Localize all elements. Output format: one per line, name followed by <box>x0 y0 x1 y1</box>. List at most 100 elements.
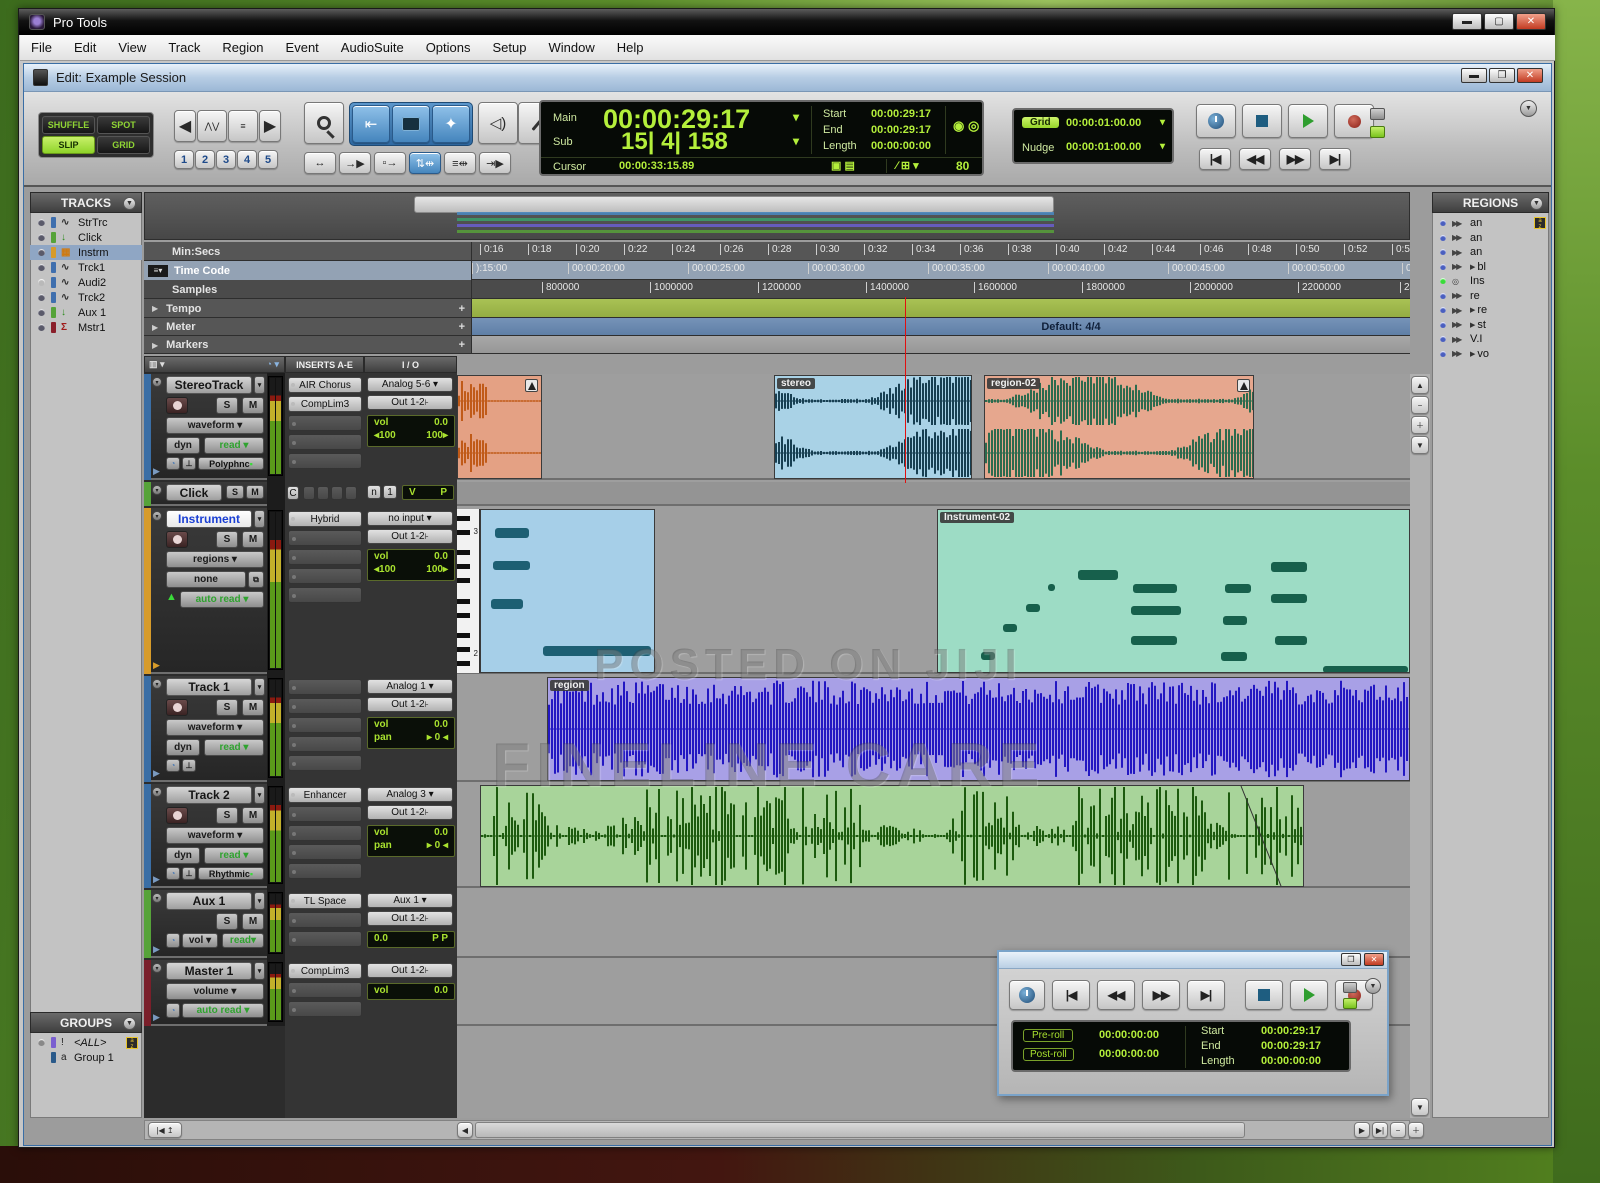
regions-panel-dropdown[interactable]: ▼ <box>1530 197 1543 210</box>
groups-panel-dropdown[interactable]: ▼ <box>123 1017 136 1030</box>
sub-counter[interactable]: 15| 4| 158 <box>621 128 728 156</box>
insert-slot-empty[interactable] <box>288 717 362 733</box>
v-scroll-btn-1[interactable]: − <box>1411 396 1429 414</box>
auto-a-track2[interactable]: dyn <box>166 847 200 864</box>
transport-rewind-button[interactable]: ◀◀ <box>1097 980 1135 1010</box>
region-audio-stereo[interactable]: stereo <box>774 375 972 479</box>
menu-item-options[interactable]: Options <box>415 36 482 59</box>
transport-gotoend-button[interactable]: ▶| <box>1187 980 1225 1010</box>
playlist-instrument[interactable]: none <box>166 571 246 588</box>
scrubber-tool[interactable]: ◁) <box>478 102 518 144</box>
io-lcd-row[interactable]: vol0.0 <box>368 984 454 997</box>
track-name-instrument[interactable]: Instrument <box>166 510 252 528</box>
insert-aux1-0[interactable]: TL Space <box>288 893 362 909</box>
region-list-item[interactable]: ▶▶an <box>1432 231 1549 246</box>
region-expand-icon[interactable]: ▶ <box>1470 321 1475 329</box>
insert-slot-empty[interactable] <box>288 415 362 431</box>
track-name-track2[interactable]: Track 2 <box>166 786 252 804</box>
track-show-dot[interactable] <box>38 324 45 331</box>
io-input-track1[interactable]: Analog 1 ▾ <box>367 679 453 694</box>
mirror-midi-icon[interactable]: ▫→ <box>374 152 406 174</box>
mode-slip[interactable]: SLIP <box>42 136 95 154</box>
insert-click-click[interactable]: C <box>287 486 299 500</box>
io-output-track1[interactable]: Out 1-2 ⊦ <box>367 697 453 712</box>
track-name-dropdown[interactable]: ▾ <box>254 962 265 980</box>
close-button[interactable]: ✕ <box>1516 13 1546 30</box>
ruler-add-icon[interactable]: + <box>459 303 465 315</box>
ruler-label-cell[interactable]: ▶Markers+ <box>144 336 472 354</box>
start-value[interactable]: 00:00:29:17 <box>871 108 931 120</box>
io-output-track2[interactable]: Out 1-2 ⊦ <box>367 805 453 820</box>
track-name-stereotrack[interactable]: StereoTrack <box>166 376 252 394</box>
record-enable-track2[interactable] <box>166 807 188 824</box>
insert-slot-empty[interactable] <box>288 530 362 546</box>
insert-slot-empty[interactable] <box>288 863 362 879</box>
insert-slot-empty[interactable] <box>288 755 362 771</box>
menu-item-audiosuite[interactable]: AudioSuite <box>330 36 415 59</box>
solo-stereotrack[interactable]: S <box>216 397 238 414</box>
track-show-dot[interactable] <box>38 279 45 286</box>
track-clock-icon[interactable]: ◔ ▾ <box>267 359 279 370</box>
track-playlist-arrow[interactable]: ▶ <box>153 660 160 671</box>
nudge-dropdown[interactable]: ▾ <box>1160 141 1165 152</box>
io-lcd-row[interactable]: pan▸ 0 ◂ <box>368 839 454 852</box>
pencil-grid-icon[interactable]: ∕ ⊞ ▾ <box>896 159 919 172</box>
track-name-dropdown[interactable]: ▾ <box>254 892 265 910</box>
t-start-value[interactable]: 00:00:29:17 <box>1261 1025 1321 1037</box>
auto-b-instrument[interactable]: auto read ▾ <box>180 591 264 608</box>
zoom-out-arrow[interactable]: ◀ <box>174 110 196 142</box>
preroll-chip[interactable]: Pre-roll <box>1023 1029 1073 1042</box>
ruler-label-cell[interactable]: ▶Meter+ <box>144 318 472 336</box>
track-name-dropdown[interactable]: ▾ <box>254 510 265 528</box>
ruler-label-cell[interactable]: ≡▾Time Code <box>144 261 472 280</box>
region-audio-orange[interactable] <box>457 375 542 479</box>
tracks-panel-dropdown[interactable]: ▼ <box>123 197 136 210</box>
io-input-instrument[interactable]: no input ▾ <box>367 511 453 526</box>
zoom-in-arrow[interactable]: ▶ <box>259 110 281 142</box>
region-list-item[interactable]: ▶▶V.I <box>1432 332 1549 347</box>
track-name-dropdown[interactable]: ▾ <box>254 376 265 394</box>
insert-slot-empty[interactable] <box>288 844 362 860</box>
auto-b-track2[interactable]: read ▾ <box>204 847 264 864</box>
track-playlist-arrow[interactable]: ▶ <box>153 466 160 477</box>
mute-instrument[interactable]: M <box>242 531 264 548</box>
nudge-value[interactable]: 00:00:01:00.00 <box>1066 141 1141 153</box>
zoom-preset-3[interactable]: 3 <box>216 150 236 169</box>
track-list-item-mstr1[interactable]: ΣMstr1 <box>30 320 142 335</box>
insert-track2-0[interactable]: Enhancer <box>288 787 362 803</box>
insert-slot-empty[interactable] <box>288 1001 362 1017</box>
region-expand-icon[interactable]: ▶ <box>1470 263 1475 271</box>
track-list-item-aux1[interactable]: ↓Aux 1 <box>30 305 142 320</box>
record-enable-led[interactable] <box>1370 108 1385 120</box>
mute-aux1[interactable]: M <box>242 913 264 930</box>
insert-slot-empty[interactable] <box>288 825 362 841</box>
track-show-dot[interactable] <box>38 294 45 301</box>
session-tempo[interactable]: 80 <box>956 159 969 173</box>
h-scroll-left-icons[interactable]: |◀ ↥ <box>148 1122 182 1138</box>
solo-aux1[interactable]: S <box>216 913 238 930</box>
insertion-follows-icon[interactable]: ⇥▶ <box>479 152 511 174</box>
automation-dot-track1[interactable]: ◔ <box>166 759 180 772</box>
ruler-expander-icon[interactable]: ▶ <box>152 323 158 332</box>
stop-button[interactable] <box>1242 104 1282 138</box>
h-scroll-left-arrow[interactable]: ◀ <box>457 1122 473 1138</box>
collapse-circle-icon[interactable]: ▾ <box>152 893 162 903</box>
insert-slot-empty[interactable] <box>288 931 362 947</box>
view-selector-stereotrack[interactable]: waveform ▾ <box>166 417 264 434</box>
menu-item-help[interactable]: Help <box>606 36 655 59</box>
insert-master1-0[interactable]: CompLim3 <box>288 963 362 979</box>
insert-slot-empty[interactable] <box>303 486 315 500</box>
automation-dot-aux1[interactable]: ◔ <box>166 933 180 948</box>
lane-aux1[interactable] <box>457 890 1410 958</box>
selector-tool[interactable] <box>392 105 430 143</box>
h-scroll-thumb[interactable] <box>475 1122 1245 1138</box>
track-name-click[interactable]: Click <box>166 484 222 501</box>
insert-slot-empty[interactable] <box>288 679 362 695</box>
track-name-dropdown[interactable]: ▾ <box>254 678 265 696</box>
v-scroll-btn-3[interactable]: ▼ <box>1411 436 1429 454</box>
track-show-dot[interactable] <box>38 264 45 271</box>
ruler-add-icon[interactable]: + <box>459 339 465 351</box>
insert-instrument-0[interactable]: Hybrid <box>288 511 362 527</box>
view-selector-master1[interactable]: volume ▾ <box>166 983 264 1000</box>
insert-slot-empty[interactable] <box>288 568 362 584</box>
